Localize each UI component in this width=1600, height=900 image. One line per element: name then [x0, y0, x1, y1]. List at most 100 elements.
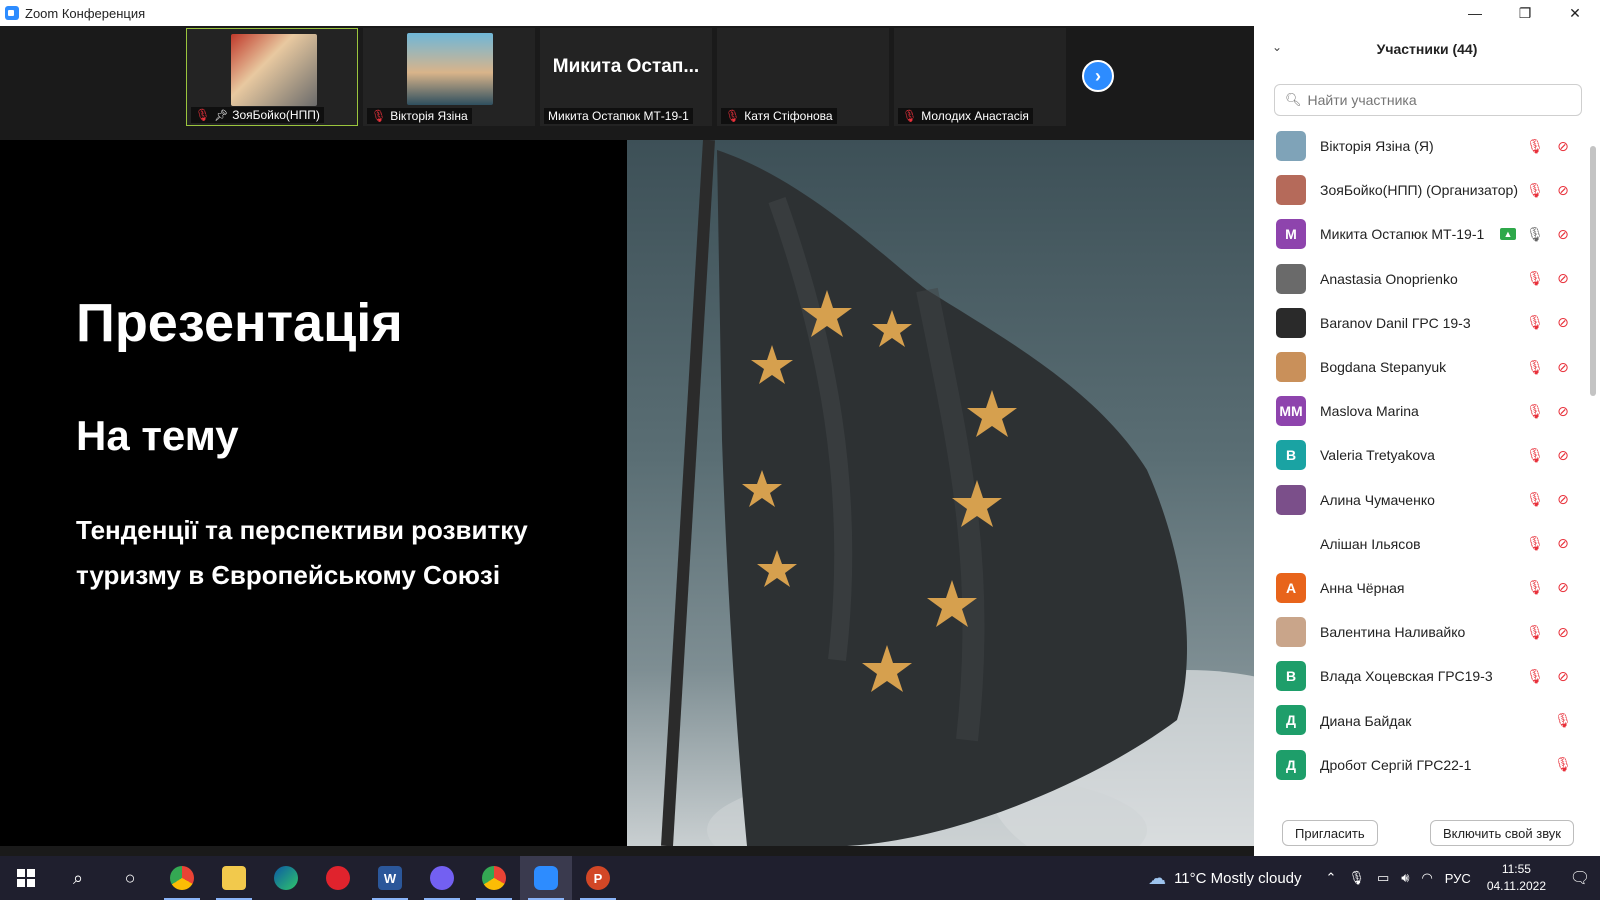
mic-muted-icon: 🎙︎: [1554, 712, 1572, 729]
title-bar: Zoom Конференция — ❐ ✕: [0, 0, 1600, 26]
participant-row[interactable]: Bogdana Stepanyuk 🎙︎ ⊘: [1254, 345, 1588, 389]
zoom-logo-icon: [5, 6, 19, 20]
eu-flag-illustration: [661, 140, 1254, 846]
participant-row[interactable]: Валентина Наливайко 🎙︎ ⊘: [1254, 610, 1588, 654]
participant-row[interactable]: В Влада Хоцевская ГРС19-3 🎙︎ ⊘: [1254, 654, 1588, 698]
participant-row[interactable]: В Valeria Tretyakova 🎙︎ ⊘: [1254, 433, 1588, 477]
close-button[interactable]: ✕: [1550, 0, 1600, 26]
participant-row[interactable]: А Анна Чёрная 🎙︎ ⊘: [1254, 566, 1588, 610]
participant-name: Микита Остапюк МТ-19-1: [1320, 226, 1485, 243]
participant-row[interactable]: Baranov Danil ГРС 19-3 🎙︎ ⊘: [1254, 301, 1588, 345]
minimize-button[interactable]: —: [1450, 0, 1500, 26]
avatar: [1276, 528, 1306, 559]
mic-muted-icon: 🎙︎: [1526, 137, 1544, 154]
avatar: [1276, 175, 1306, 206]
mic-muted-icon: 🎙︎: [725, 109, 741, 123]
pin-icon: 📌︎: [214, 109, 229, 122]
tile-label: 🎙︎ Молодих Анастасія: [898, 108, 1033, 124]
participant-name: Диана Байдак: [1320, 712, 1412, 729]
chevron-right-icon[interactable]: ›: [1082, 60, 1114, 92]
chevron-up-icon[interactable]: ⌃: [1326, 870, 1337, 886]
unmute-self-button[interactable]: Включить свой звук: [1429, 820, 1574, 846]
mic-muted-icon: 🎙︎: [1526, 667, 1544, 684]
participant-row[interactable]: Д Диана Байдак 🎙︎: [1254, 698, 1588, 742]
participants-header: Участники (44): [1376, 41, 1478, 57]
participant-name: Maslova Marina: [1320, 403, 1419, 420]
language-indicator[interactable]: РУС: [1445, 871, 1471, 886]
participant-row[interactable]: Anastasia Onoprienko 🎙︎ ⊘: [1254, 257, 1588, 301]
chrome-icon[interactable]: [156, 856, 208, 900]
mic-muted-icon: 🎙︎: [371, 109, 387, 123]
chrome-profile-icon[interactable]: [468, 856, 520, 900]
participant-row[interactable]: Д Дробот Сергій ГРС22-1 🎙︎: [1254, 743, 1588, 787]
windows-logo-icon: [17, 869, 35, 887]
avatar: В: [1276, 661, 1306, 692]
video-off-icon: ⊘: [1557, 535, 1569, 552]
avatar: [1276, 307, 1306, 338]
participant-name: Алішан Ільясов: [1320, 535, 1421, 552]
invite-button[interactable]: Пригласить: [1282, 820, 1378, 846]
zoom-taskbar-icon[interactable]: [520, 856, 572, 900]
wifi-icon[interactable]: ◠: [1421, 870, 1432, 886]
participant-row[interactable]: М Микита Остапюк МТ-19-1 ▲ 🎙︎ ⊘: [1254, 212, 1588, 256]
participant-video: [407, 33, 493, 105]
scrollbar[interactable]: [1590, 146, 1596, 396]
mic-muted-icon: 🎙︎: [1526, 535, 1544, 552]
start-button[interactable]: [0, 856, 52, 900]
mic-muted-icon: 🎙︎: [1526, 623, 1544, 640]
weather-widget[interactable]: ☁ 11°C Mostly cloudy: [1148, 868, 1301, 889]
participant-name: Вікторія Язіна (Я): [1320, 138, 1434, 155]
file-explorer-icon[interactable]: [208, 856, 260, 900]
participant-row[interactable]: Алина Чумаченко 🎙︎ ⊘: [1254, 478, 1588, 522]
edge-icon[interactable]: [260, 856, 312, 900]
participant-row[interactable]: ЗояБойко(НПП) (Организатор) 🎙︎ ⊘: [1254, 168, 1588, 212]
participant-status-icons: 🎙︎ ⊘: [1526, 270, 1572, 287]
window-controls: — ❐ ✕: [1450, 0, 1600, 26]
participant-name: Алина Чумаченко: [1320, 491, 1435, 508]
slide-subtitle: На тему: [76, 412, 239, 459]
zoom-window: Zoom Конференция — ❐ ✕ 🎙︎ 📌︎ ЗояБойко(НП…: [0, 0, 1600, 900]
video-tile[interactable]: 🎙︎ Молодих Анастасія: [894, 28, 1066, 126]
video-tile[interactable]: Микита Остап... Микита Остапюк МТ-19-1: [540, 28, 712, 126]
clock[interactable]: 11:55 04.11.2022: [1487, 861, 1546, 895]
participant-status-icons: 🎙︎: [1554, 756, 1572, 773]
word-icon[interactable]: W: [364, 856, 416, 900]
participant-row[interactable]: Алішан Ільясов 🎙︎ ⊘: [1254, 522, 1588, 566]
battery-icon[interactable]: ▭: [1377, 870, 1389, 886]
video-tile[interactable]: 🎙︎ Вікторія Язіна: [363, 28, 535, 126]
video-off-icon: ⊘: [1557, 225, 1569, 242]
restore-button[interactable]: ❐: [1500, 0, 1550, 26]
participant-status-icons: 🎙︎ ⊘: [1526, 314, 1572, 331]
microphone-icon[interactable]: 🎙︎: [1348, 870, 1365, 886]
mic-muted-icon: 🎙︎: [1526, 491, 1544, 508]
participant-name: Влада Хоцевская ГРС19-3: [1320, 668, 1493, 685]
participant-row[interactable]: ММ Maslova Marina 🎙︎ ⊘: [1254, 389, 1588, 433]
avatar: А: [1276, 572, 1306, 603]
notification-icon[interactable]: 🗨︎: [1560, 868, 1600, 888]
tile-label: 🎙︎ Вікторія Язіна: [367, 108, 472, 124]
tile-name: Микита Остапюк МТ-19-1: [548, 109, 689, 123]
participant-status-icons: 🎙︎ ⊘: [1526, 359, 1572, 376]
search-icon[interactable]: ⌕: [52, 856, 104, 900]
participant-name: Дробот Сергій ГРС22-1: [1320, 756, 1472, 773]
video-off-icon: ⊘: [1557, 181, 1569, 198]
cortana-icon[interactable]: ○: [104, 856, 156, 900]
opera-icon[interactable]: [312, 856, 364, 900]
video-tile[interactable]: 🎙︎ 📌︎ ЗояБойко(НПП): [186, 28, 358, 126]
meeting-area: 🎙︎ 📌︎ ЗояБойко(НПП) 🎙︎ Вікторія Язіна Ми…: [0, 26, 1254, 856]
volume-icon[interactable]: 🔊︎: [1401, 870, 1409, 886]
search-input[interactable]: [1307, 92, 1568, 108]
powerpoint-icon[interactable]: P: [572, 856, 624, 900]
video-tile[interactable]: 🎙︎ Катя Стіфонова: [717, 28, 889, 126]
participant-row[interactable]: Вікторія Язіна (Я) 🎙︎ ⊘: [1254, 124, 1588, 168]
weather-text: 11°C Mostly cloudy: [1174, 869, 1302, 887]
video-off-icon: ⊘: [1557, 446, 1569, 463]
mic-muted-icon: 🎙︎: [1526, 358, 1544, 375]
participant-search[interactable]: 🔍︎: [1274, 84, 1582, 116]
viber-icon[interactable]: [416, 856, 468, 900]
windows-taskbar: ⌕ ○ W P ☁ 11°C Mostly cloudy ⌃ 🎙︎ ▭ 🔊︎ ◠…: [0, 856, 1600, 900]
microphone-icon: 🎙︎: [1526, 225, 1544, 242]
shared-screen: Презентація На тему Тенденції та перспек…: [0, 140, 1254, 846]
slide-title: Презентація: [76, 293, 403, 353]
participant-name: ЗояБойко(НПП) (Организатор): [1320, 182, 1518, 199]
